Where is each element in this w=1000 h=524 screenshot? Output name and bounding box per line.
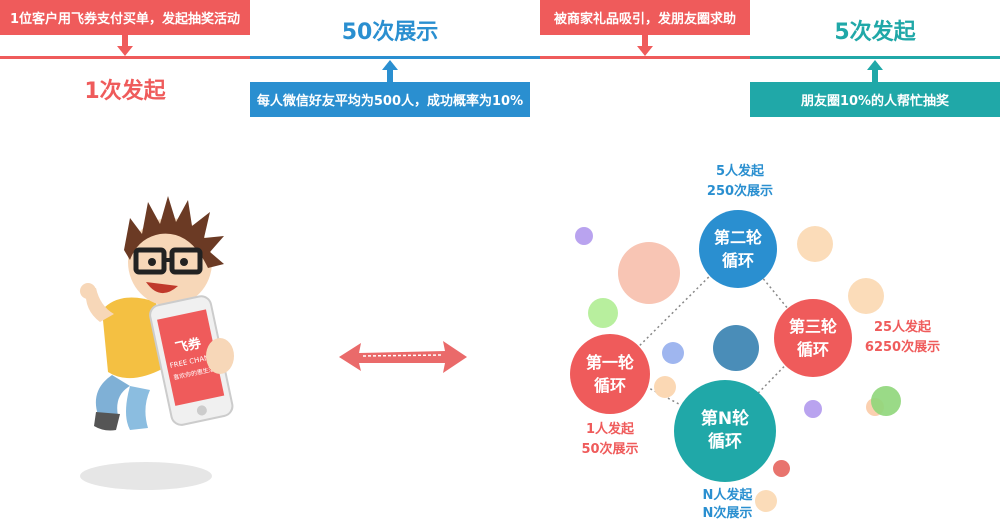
decor-circle: [773, 460, 790, 477]
decor-circle: [662, 342, 684, 364]
loopn-caption-line1: N人发起: [702, 488, 753, 503]
loop-round-1: 第一轮 循环: [570, 334, 650, 414]
decor-circle: [871, 386, 901, 416]
loopn-caption-line2: N次展示: [702, 506, 753, 521]
decor-circle: [804, 400, 822, 418]
decor-circle: [588, 298, 618, 328]
loop2-caption-line2: 250次展示: [706, 184, 774, 199]
loop2-caption-line1: 5人发起: [715, 164, 765, 179]
decor-circle: [575, 227, 593, 245]
loop3-caption-line2: 6250次展示: [864, 340, 941, 355]
decor-circle: [654, 376, 676, 398]
decor-circle: [848, 278, 884, 314]
loop-round-3: 第三轮 循环: [774, 299, 852, 377]
decor-circle: [797, 226, 833, 262]
loop-round-2: 第二轮 循环: [699, 210, 777, 288]
loop1-caption-line1: 1人发起: [585, 422, 635, 437]
loop3-caption-line1: 25人发起: [873, 320, 932, 335]
cycle-connectors: [614, 247, 813, 429]
decor-circle: [713, 325, 759, 371]
decor-circle: [618, 242, 680, 304]
loop1-caption-line2: 50次展示: [581, 442, 639, 457]
loop-round-n: 第N轮 循环: [674, 380, 776, 482]
